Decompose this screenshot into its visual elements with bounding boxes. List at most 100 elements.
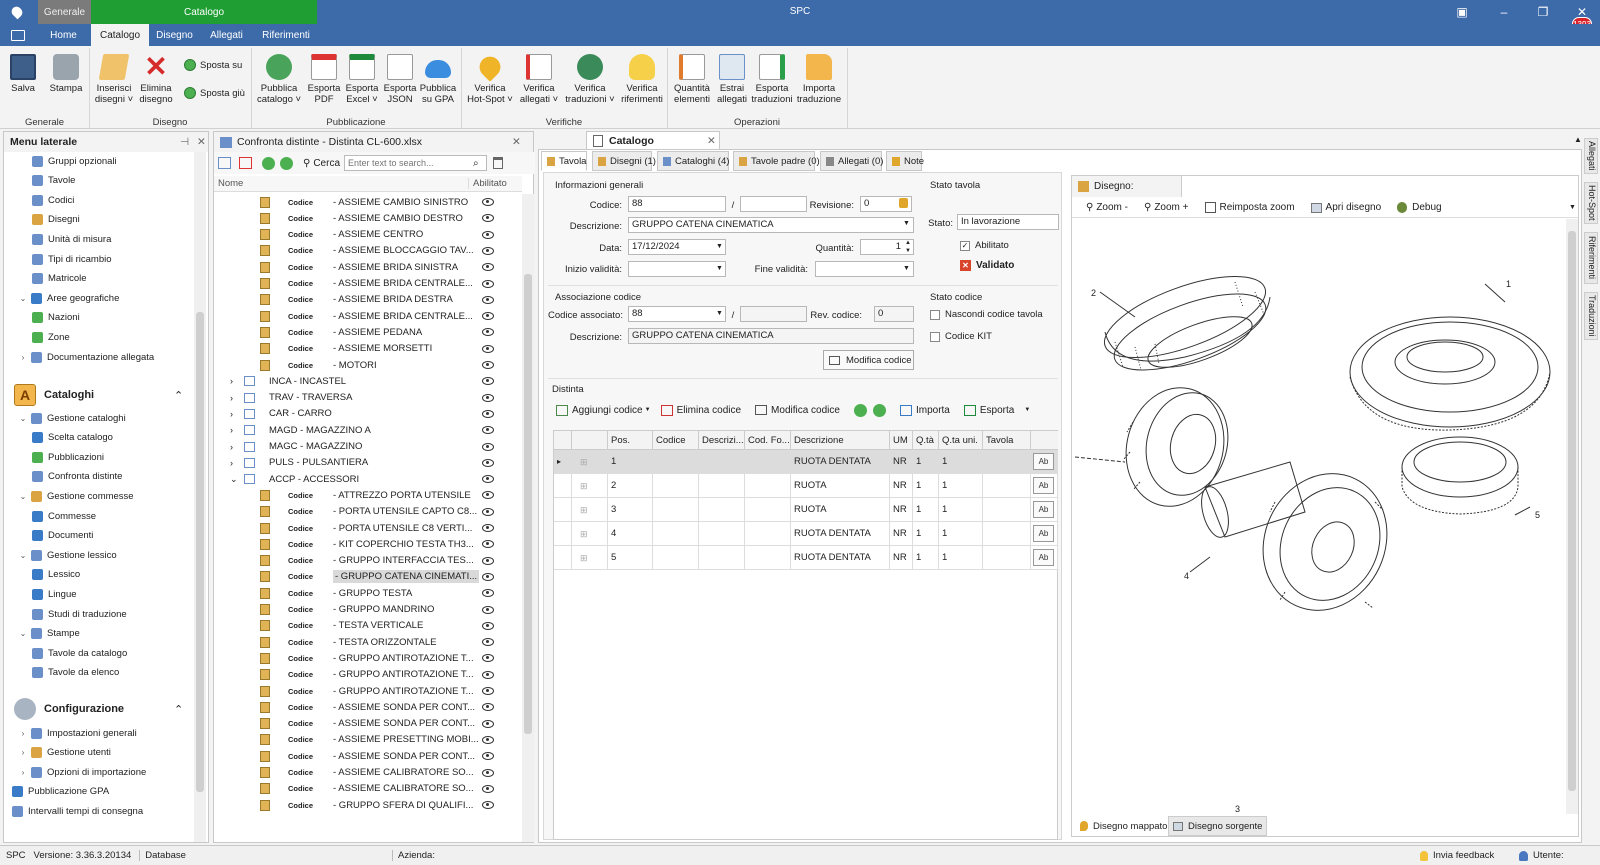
eye-icon[interactable] [482,605,494,614]
left-scrollbar[interactable] [194,152,206,842]
grid-cell[interactable]: NR [890,474,913,498]
reset-zoom-button[interactable]: Reimposta zoom [1204,202,1295,213]
modifica-codice-button[interactable]: Modifica codice [823,350,914,370]
remove-row-icon[interactable] [239,157,252,169]
import-translation-button[interactable]: Importa traduzione [796,54,842,105]
grid-cell[interactable]: 3 [608,498,653,522]
chevron-down-icon[interactable]: ▼ [903,220,910,227]
export-json-button[interactable]: Esporta JSON [382,54,418,105]
grid-cell[interactable]: 1 [608,450,653,474]
grid-cell[interactable] [699,522,745,546]
zoom-out-button[interactable]: ⚲ Zoom - [1086,202,1128,213]
tab-disegno[interactable]: Disegno [152,24,197,46]
sidebar-item[interactable]: Zone [32,328,70,346]
sidebar-item[interactable]: ⌄ Gestione cataloghi [18,409,126,427]
row-indicator[interactable] [554,474,572,498]
sidebar-item[interactable]: Tavole da elenco [32,664,119,682]
bom-tree-item[interactable]: Codice - PORTA UTENSILE CAPTO C8... [214,504,510,520]
grid-column-header[interactable]: Descrizi... [699,431,745,450]
eye-icon[interactable] [482,654,494,663]
bom-tree-item[interactable]: Codice - GRUPPO MANDRINO [214,602,510,618]
expand-down-icon[interactable]: ⌄ [18,629,28,638]
detail-tab[interactable]: Cataloghi (4) [657,151,729,171]
grid-cell[interactable] [653,498,699,522]
eye-icon[interactable] [482,589,494,598]
detail-tab[interactable]: Tavole padre (0) [733,151,820,171]
expand-right-icon[interactable]: › [18,748,28,757]
expand-down-icon[interactable]: ⌄ [18,492,28,501]
bom-tree-item[interactable]: Codice - TESTA ORIZZONTALE [214,634,510,650]
eye-icon[interactable] [482,263,494,272]
expand-down-icon[interactable]: ⌄ [18,414,28,423]
bom-tree-item[interactable]: Codice - GRUPPO ANTIROTAZIONE T... [214,667,510,683]
bom-group[interactable]: ⌄ ACCP - ACCESSORI [214,471,510,487]
insert-drawings-button[interactable]: Inserisci disegni ˅ [94,54,134,105]
grid-cell[interactable] [983,450,1031,474]
side-tab-riferimenti[interactable]: Riferimenti [1584,232,1598,284]
sidebar-item[interactable]: Tavole da catalogo [32,644,127,662]
grid-cell[interactable]: 2 [608,474,653,498]
grid-column-header[interactable]: Cod. Fo... [745,431,791,450]
sidebar-item[interactable]: › Documentazione allegata [18,348,154,366]
eye-icon[interactable] [482,801,494,810]
grid-column-header[interactable]: Pos. [608,431,653,450]
sidebar-item[interactable]: Nazioni [32,309,80,327]
bom-tree-item[interactable]: Codice - ASSIEME SONDA PER CONT... [214,699,510,715]
detail-tab[interactable]: Allegati (0) [820,151,883,171]
bom-tree-item[interactable]: Codice - ASSIEME BRIDA SINISTRA [214,259,510,275]
bom-group[interactable]: › PULS - PULSANTIERA [214,455,510,471]
sidebar-item[interactable]: Scelta catalogo [32,429,113,447]
move-down-icon[interactable] [872,403,886,417]
grid-cell[interactable] [699,474,745,498]
add-code-button[interactable]: Aggiungi codice ▼ [556,404,651,416]
sidebar-item[interactable]: ⌄ Gestione commesse [18,487,134,505]
tab-disegno-mappato[interactable]: Disegno mappato [1076,816,1173,836]
sidebar-item[interactable]: ⌄ Aree geografiche [18,289,119,307]
codice-suffix-field[interactable] [740,196,807,212]
eye-icon[interactable] [482,524,494,532]
expand-right-icon[interactable]: › [230,442,244,452]
row-expand-icon[interactable]: ⊞ [572,546,608,570]
bom-group[interactable]: › MAGC - MAGAZZINO [214,439,510,455]
grid-cell[interactable]: RUOTA DENTATA [791,522,890,546]
grid-column-header[interactable]: Q.tà [913,431,939,450]
grid-cell[interactable]: RUOTA DENTATA [791,450,890,474]
expand-right-icon[interactable]: › [18,768,28,777]
expand-right-icon[interactable]: › [18,353,28,362]
verify-references-button[interactable]: Verifica riferimenti [618,54,666,105]
collapse-chevron-icon[interactable]: ⌃ [174,389,183,402]
grid-cell[interactable] [653,522,699,546]
grid-cell[interactable] [745,474,791,498]
grid-cell[interactable]: 1 [913,498,939,522]
col-name[interactable]: Nome [218,178,243,189]
row-expand-icon[interactable]: ⊞ [572,474,608,498]
bom-tree-item[interactable]: Codice - ASSIEME SONDA PER CONT... [214,748,510,764]
bom-tree-item[interactable]: Codice - ASSIEME BRIDA CENTRALE... [214,308,510,324]
grid-cell[interactable]: 1 [913,546,939,570]
chevron-down-icon[interactable]: ▼ [903,265,910,272]
grid-cell[interactable]: 4 [608,522,653,546]
codice-field[interactable]: 88 [628,196,726,212]
row-indicator[interactable] [554,522,572,546]
grid-cell[interactable]: 1 [939,522,983,546]
eye-icon[interactable] [482,556,494,565]
sidebar-item[interactable]: Tipi di ricambio [32,250,112,268]
sidebar-item[interactable]: Codici [32,191,74,209]
bom-tree-item[interactable]: Codice - KIT COPERCHIO TESTA TH3... [214,536,510,552]
publish-catalog-button[interactable]: Pubblica catalogo ˅ [257,54,301,105]
search-icon[interactable]: ⌕ [473,158,479,169]
grid-cell[interactable]: 1 [913,522,939,546]
bom-tree-item[interactable]: Codice - MOTORI [214,357,510,373]
eye-icon[interactable] [482,230,494,239]
modify-code-button[interactable]: Modifica codice [755,405,840,416]
fine-field[interactable] [815,261,914,277]
bom-tree-item[interactable]: Codice - ASSIEME BLOCCAGGIO TAV... [214,243,510,259]
bom-tree-item[interactable]: Codice - ASSIEME CALIBRATORE SO... [214,781,510,797]
abilitato-checkbox[interactable]: ✓ Abilitato [960,240,1009,251]
zoom-in-button[interactable]: ⚲ Zoom + [1144,202,1189,213]
expand-down-icon[interactable]: ⌄ [18,294,28,303]
close-panel-icon[interactable]: ✕ [197,136,206,148]
bom-tree-item[interactable]: Codice - ASSIEME SONDA PER CONT... [214,716,510,732]
eye-icon[interactable] [482,442,494,451]
grid-cell[interactable]: NR [890,498,913,522]
